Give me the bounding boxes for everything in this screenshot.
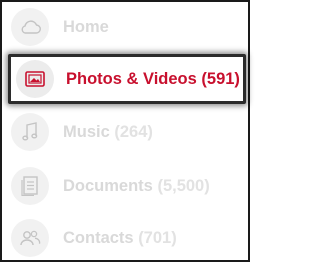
menu-item-documents[interactable]: Documents (5,500) (11, 164, 241, 208)
item-count: (5,500) (157, 176, 210, 195)
menu-item-contacts[interactable]: Contacts (701) (11, 216, 241, 260)
cloud-icon (11, 8, 49, 46)
music-note-icon (11, 113, 49, 151)
menu-item-label: Contacts (701) (63, 228, 177, 247)
menu-item-photos-videos[interactable]: Photos & Videos (591) (8, 54, 246, 104)
item-count: (591) (201, 69, 240, 88)
item-count: (701) (138, 228, 177, 247)
menu-item-label: Photos & Videos (591) (66, 69, 240, 88)
contacts-icon (11, 219, 49, 257)
document-icon (11, 167, 49, 205)
menu-item-label: Music (264) (63, 122, 153, 141)
menu-item-label: Home (63, 17, 109, 36)
menu-item-label: Documents (5,500) (63, 176, 210, 195)
item-count: (264) (114, 122, 153, 141)
menu-item-home[interactable]: Home (11, 5, 241, 49)
menu-item-music[interactable]: Music (264) (11, 110, 241, 154)
menu-panel: Home Photos & Videos (591) Music (264) D… (0, 0, 250, 262)
photo-icon (16, 60, 54, 98)
